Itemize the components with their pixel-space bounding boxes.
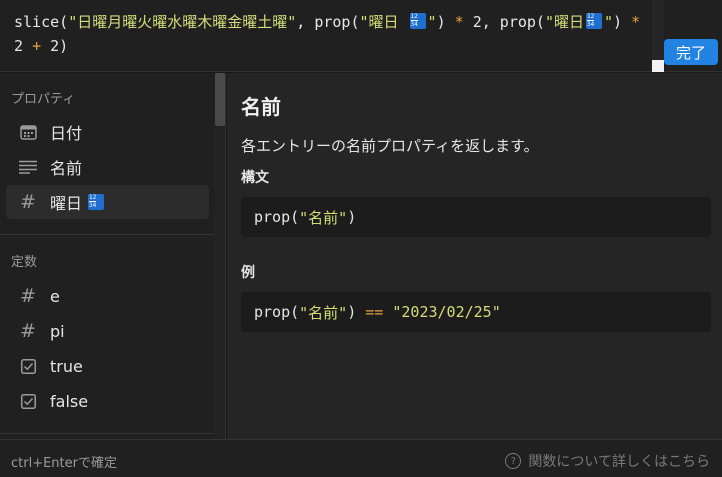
code-op-multiply: * — [454, 13, 464, 31]
checkbox-icon — [6, 358, 50, 374]
hash-icon: # — [20, 285, 36, 307]
text-lines-icon — [6, 160, 50, 174]
formula-editor[interactable]: slice("日曜月曜火曜水曜木曜金曜土曜", prop("曜日 ") * 2,… — [0, 0, 722, 72]
code-string-quote: " — [427, 13, 437, 31]
code-close: ) — [347, 208, 357, 226]
section-title-properties: プロパティ — [11, 92, 76, 107]
number-badge-icon — [88, 194, 105, 210]
editor-resize-handle[interactable] — [652, 60, 664, 72]
list-item-date[interactable]: 日付 — [6, 115, 209, 149]
list-item-true[interactable]: true — [6, 349, 209, 383]
code-fn-slice: slice( — [14, 13, 69, 31]
example-heading: 例 — [241, 265, 255, 281]
shortcut-hint: ctrl+Enterで確定 — [11, 456, 117, 471]
hash-icon: # — [20, 320, 36, 342]
syntax-code: prop("名前") — [241, 197, 711, 237]
divider — [0, 234, 214, 235]
list-item-label: false — [50, 391, 89, 411]
list-item-label: 日付 — [50, 124, 83, 143]
code-number: 2, — [463, 13, 500, 31]
list-item-label: 曜日 — [50, 194, 83, 213]
code-fn-prop: prop( — [499, 13, 545, 31]
list-item-weekday[interactable]: # 曜日 — [6, 185, 209, 219]
code-close: ) — [347, 303, 366, 321]
done-button[interactable]: 完了 — [664, 39, 718, 65]
number-badge-icon — [585, 13, 602, 29]
code-string: "名前" — [299, 208, 348, 227]
help-link[interactable]: ? 関数について詳しくはこちら — [505, 451, 710, 471]
code-sep: , — [296, 13, 315, 31]
list-item-label: pi — [50, 321, 65, 341]
function-list: プロパティ 日付 名前 # 曜日 定数 # e # pi true fal — [0, 73, 226, 439]
list-scrollbar[interactable] — [214, 73, 225, 439]
list-item-pi[interactable]: # pi — [6, 314, 209, 348]
section-title-constants: 定数 — [11, 255, 38, 270]
checkbox-icon — [6, 393, 50, 409]
syntax-heading: 構文 — [241, 170, 269, 186]
code-fn-prop: prop( — [314, 13, 360, 31]
code-string: "名前" — [299, 303, 348, 322]
code-op-equals: == — [365, 303, 384, 321]
code-close: ) — [436, 13, 455, 31]
code-op-plus: + — [32, 37, 42, 55]
code-string-value: "2023/02/25" — [392, 303, 501, 321]
footer: ctrl+Enterで確定 ? 関数について詳しくはこちら — [0, 439, 722, 477]
help-link-label: 関数について詳しくはこちら — [528, 454, 710, 470]
number-badge-icon — [409, 13, 426, 29]
list-item-false[interactable]: false — [6, 384, 209, 418]
hash-icon: # — [20, 191, 36, 213]
code-string-prop: "曜日 — [359, 13, 408, 31]
code-close: ) — [613, 13, 632, 31]
code-string-days: "日曜月曜火曜水曜木曜金曜土曜" — [68, 13, 297, 31]
list-item-e[interactable]: # e — [6, 279, 209, 313]
code-number: 2) — [41, 37, 69, 55]
list-scrollbar-thumb[interactable] — [215, 73, 225, 126]
doc-description: 各エントリーの名前プロパティを返します。 — [241, 137, 539, 155]
divider — [0, 433, 214, 434]
code-op-multiply: * — [631, 13, 641, 31]
list-item-name[interactable]: 名前 — [6, 150, 209, 184]
code-fn: prop( — [254, 208, 300, 226]
code-string-quote: " — [603, 13, 614, 31]
list-item-label: e — [50, 286, 60, 306]
doc-title: 名前 — [241, 95, 281, 119]
list-item-label: 名前 — [50, 159, 83, 178]
question-circle-icon: ? — [505, 453, 522, 469]
calendar-icon — [6, 124, 50, 141]
list-item-label: true — [50, 356, 83, 376]
formula-code[interactable]: slice("日曜月曜火曜水曜木曜金曜土曜", prop("曜日 ") * 2,… — [14, 10, 654, 58]
code-string-prop: "曜日 — [544, 13, 584, 31]
doc-panel: 名前 各エントリーの名前プロパティを返します。 構文 prop("名前") 例 … — [227, 73, 722, 439]
example-code: prop("名前") == "2023/02/25" — [241, 292, 711, 332]
code-fn: prop( — [254, 303, 300, 321]
